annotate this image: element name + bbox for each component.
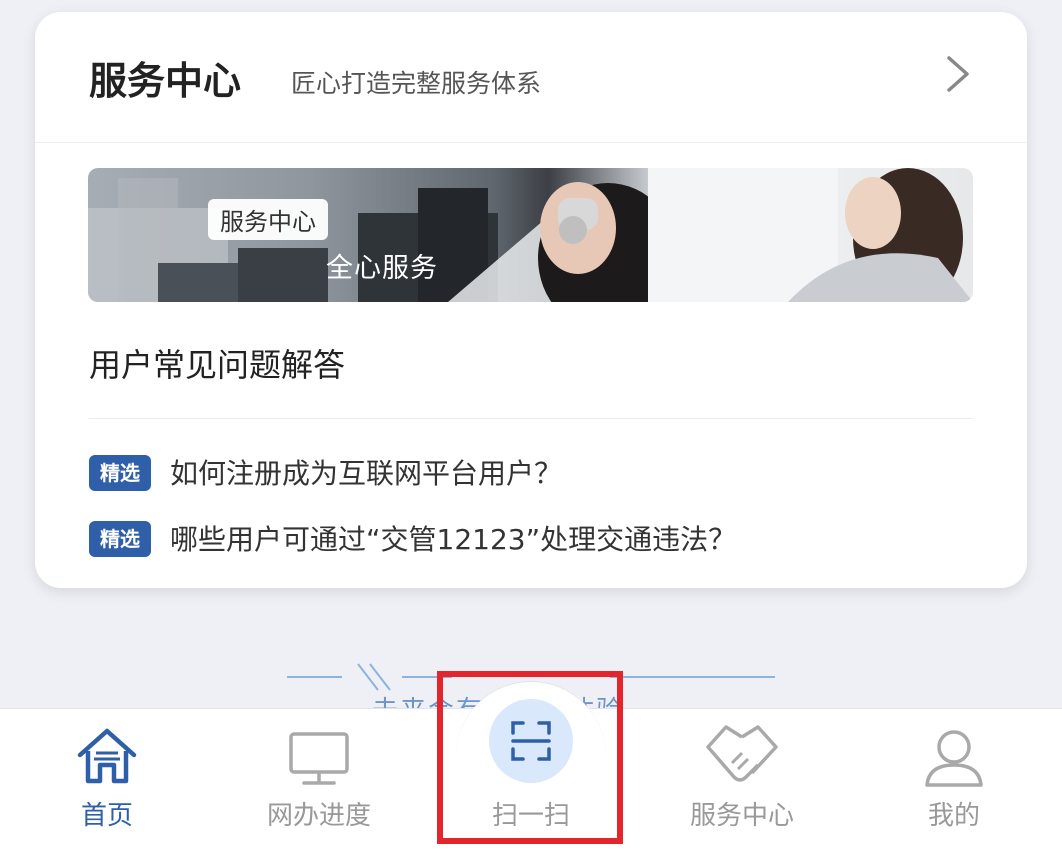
slogan-slash-icon — [357, 663, 391, 691]
handshake-icon — [706, 725, 778, 782]
bottom-tab-bar: 首页 网办进度 扫一扫 服务中心 我的 — [0, 681, 1062, 855]
slogan-divider-right — [610, 676, 775, 678]
featured-badge: 精选 — [89, 521, 151, 557]
service-banner[interactable]: 服务中心 全心服务 — [88, 168, 973, 302]
service-center-title: 服务中心 — [89, 59, 242, 103]
tab-scan[interactable]: 扫一扫 — [456, 699, 606, 855]
tab-home[interactable]: 首页 — [32, 709, 182, 855]
banner-slogan: 全心服务 — [326, 253, 438, 284]
scan-button[interactable] — [489, 699, 573, 783]
tab-progress-label: 网办进度 — [266, 801, 371, 831]
tab-service-center[interactable]: 服务中心 — [667, 709, 817, 855]
faq-question: 如何注册成为互联网平台用户？ — [170, 457, 563, 490]
scan-icon — [511, 721, 551, 761]
tab-service-center-label: 服务中心 — [689, 801, 794, 831]
slogan-divider-mid — [402, 676, 452, 678]
user-icon — [925, 730, 983, 787]
faq-heading: 用户常见问题解答 — [89, 346, 346, 384]
home-icon — [77, 728, 137, 784]
service-center-header[interactable]: 服务中心 匠心打造完整服务体系 — [35, 12, 1027, 143]
chevron-right-icon[interactable] — [941, 54, 975, 94]
featured-badge: 精选 — [89, 455, 151, 491]
faq-question: 哪些用户可通过“交管12123”处理交通违法？ — [170, 523, 737, 556]
banner-tag: 服务中心 — [208, 199, 328, 240]
tab-home-label: 首页 — [80, 801, 133, 831]
slogan-divider-left — [287, 676, 342, 678]
monitor-icon — [289, 732, 349, 785]
service-center-subtitle: 匠心打造完整服务体系 — [291, 69, 542, 98]
service-center-card: 服务中心 匠心打造完整服务体系 服务中心 全心服务 用户常见问题解答 精选 如何… — [35, 12, 1027, 588]
tab-mine-label: 我的 — [927, 801, 980, 831]
tab-scan-label: 扫一扫 — [491, 801, 570, 831]
faq-divider — [89, 418, 973, 419]
tab-mine[interactable]: 我的 — [879, 709, 1029, 855]
tab-progress[interactable]: 网办进度 — [244, 709, 394, 855]
